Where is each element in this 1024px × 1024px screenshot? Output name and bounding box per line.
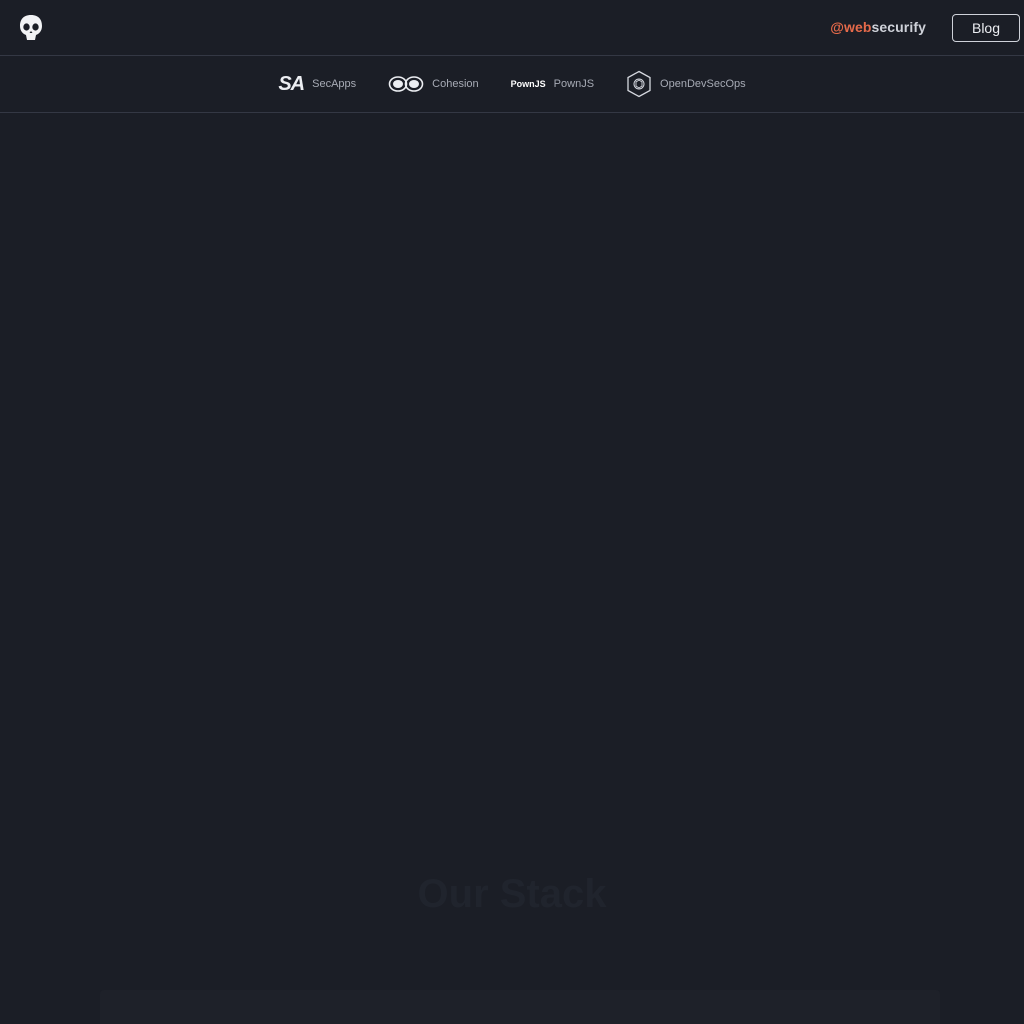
- nav-item-pownjs[interactable]: PownJS PownJS: [511, 78, 594, 90]
- stack-panel: [100, 990, 940, 1024]
- opendevsecops-logo-icon: [626, 70, 652, 98]
- nav-item-label: Cohesion: [432, 78, 479, 90]
- product-nav: SA SecApps Cohesion PownJS PownJS OpenDe…: [0, 56, 1024, 113]
- pownjs-mark: PownJS: [510, 79, 546, 89]
- nav-item-label: OpenDevSecOps: [660, 78, 746, 90]
- secapps-logo-icon: SA: [278, 72, 305, 96]
- skull-logo-icon[interactable]: [18, 14, 44, 42]
- cohesion-logo-icon: [388, 75, 424, 93]
- handle-prefix: @web: [830, 19, 872, 35]
- nav-item-opendevsecops[interactable]: OpenDevSecOps: [626, 70, 746, 98]
- blog-button[interactable]: Blog: [952, 14, 1020, 42]
- nav-item-label: PownJS: [553, 78, 595, 90]
- nav-item-secapps[interactable]: SA SecApps: [278, 73, 356, 96]
- top-bar: @websecurify Blog: [0, 0, 1024, 56]
- secapps-mark: SA: [278, 72, 305, 95]
- handle-suffix: securify: [871, 19, 926, 35]
- section-title: Our Stack: [417, 872, 607, 916]
- nav-item-cohesion[interactable]: Cohesion: [388, 75, 479, 93]
- pownjs-logo-icon: PownJS: [511, 79, 546, 89]
- nav-item-label: SecApps: [312, 78, 357, 90]
- websecurify-handle-link[interactable]: @websecurify: [830, 19, 926, 35]
